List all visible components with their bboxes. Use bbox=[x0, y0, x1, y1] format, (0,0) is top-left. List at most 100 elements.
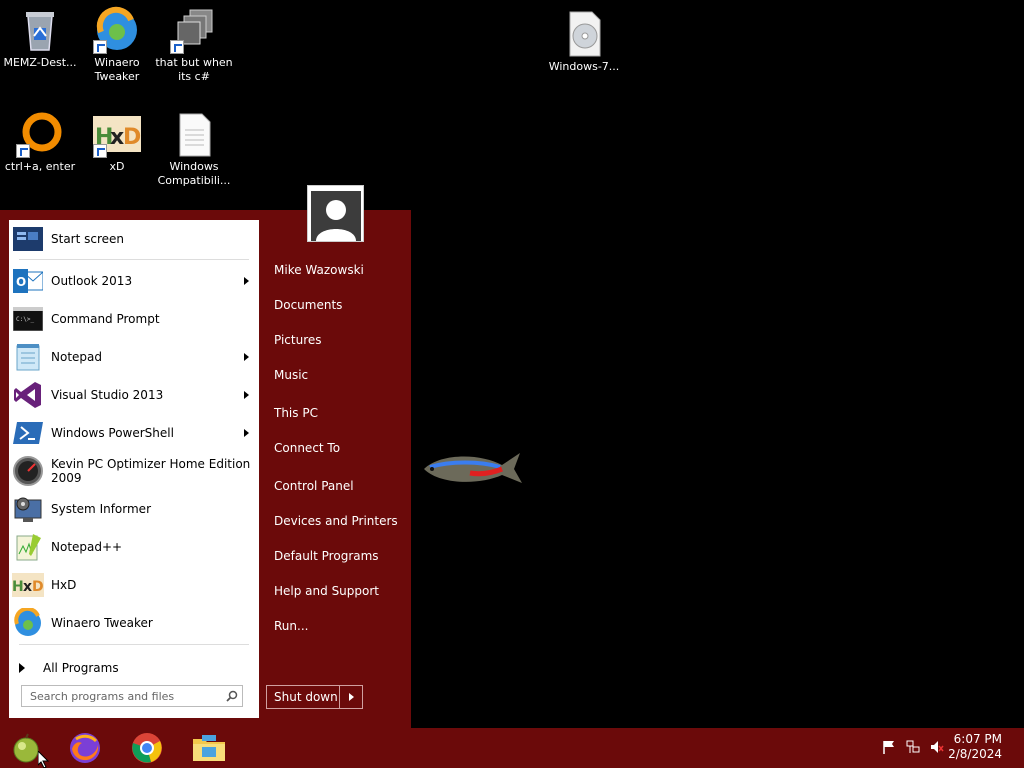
shortcut-arrow-icon bbox=[170, 40, 184, 54]
chevron-right-icon bbox=[348, 693, 354, 701]
desktop-icon-windows-7-iso[interactable]: Windows-7... bbox=[544, 10, 624, 74]
taskbar-chrome[interactable] bbox=[126, 730, 168, 766]
shutdown-options-button[interactable] bbox=[340, 686, 362, 708]
outlook-icon: O bbox=[12, 265, 44, 297]
desktop-icon-label: MEMZ-Dest... bbox=[3, 56, 77, 69]
place-run[interactable]: Run... bbox=[265, 611, 405, 641]
place-help-and-support[interactable]: Help and Support bbox=[265, 576, 405, 606]
clock-date: 2/8/2024 bbox=[948, 747, 1002, 761]
expand-arrow-icon bbox=[19, 663, 25, 673]
submenu-arrow-icon[interactable] bbox=[244, 429, 249, 437]
hxd-icon: H x D bbox=[93, 110, 141, 158]
program-label: Windows PowerShell bbox=[51, 426, 174, 440]
search-input[interactable] bbox=[30, 689, 222, 703]
start-screen-icon bbox=[12, 223, 44, 255]
desktop-icon-label: ctrl+a, enter bbox=[4, 160, 76, 173]
place-default-programs[interactable]: Default Programs bbox=[265, 541, 405, 571]
file-explorer-icon bbox=[193, 735, 225, 761]
place-connect-to[interactable]: Connect To bbox=[265, 433, 405, 463]
desktop-icon-ctrl-a-enter[interactable]: ctrl+a, enter bbox=[0, 110, 80, 174]
volume-muted-icon[interactable] bbox=[930, 740, 944, 754]
action-center-flag-icon[interactable] bbox=[882, 740, 896, 754]
place-pictures[interactable]: Pictures bbox=[265, 325, 405, 355]
place-documents[interactable]: Documents bbox=[265, 290, 405, 320]
place-label: This PC bbox=[274, 406, 318, 420]
place-control-panel[interactable]: Control Panel bbox=[265, 471, 405, 501]
gauge-icon bbox=[12, 455, 44, 487]
program-label: Winaero Tweaker bbox=[51, 616, 153, 630]
shutdown-control: Shut down bbox=[266, 685, 363, 709]
shortcut-arrow-icon bbox=[93, 40, 107, 54]
search-icon[interactable] bbox=[222, 690, 242, 702]
program-notepad[interactable]: Notepad bbox=[9, 338, 259, 376]
submenu-arrow-icon[interactable] bbox=[244, 277, 249, 285]
program-system-informer[interactable]: System Informer bbox=[9, 490, 259, 528]
place-label: Pictures bbox=[274, 333, 322, 347]
program-label: Command Prompt bbox=[51, 312, 160, 326]
separator bbox=[19, 259, 249, 260]
notepad-icon bbox=[12, 341, 44, 373]
place-devices-and-printers[interactable]: Devices and Printers bbox=[265, 506, 405, 536]
desktop-icon-xd[interactable]: H x D xD bbox=[77, 110, 157, 174]
cmd-icon: C:\>_ bbox=[12, 303, 44, 335]
user-silhouette-icon bbox=[310, 191, 361, 241]
program-label: Start screen bbox=[51, 232, 125, 246]
chrome-icon bbox=[132, 733, 162, 763]
desktop-icon-that-but-when[interactable]: that but when its c# bbox=[154, 6, 234, 84]
system-tray bbox=[882, 740, 944, 754]
program-notepad-plus-plus[interactable]: Notepad++ bbox=[9, 528, 259, 566]
submenu-arrow-icon[interactable] bbox=[244, 353, 249, 361]
place-label: Run... bbox=[274, 619, 309, 633]
separator bbox=[19, 644, 249, 645]
desktop-icon-label: Windows-7... bbox=[548, 60, 620, 73]
hxd-icon: HxD bbox=[12, 569, 44, 601]
desktop-icon-winaero[interactable]: Winaero Tweaker bbox=[77, 6, 157, 84]
orange-ring-icon bbox=[16, 110, 64, 158]
program-kevin-pc-optimizer[interactable]: Kevin PC Optimizer Home Edition 2009 bbox=[9, 452, 259, 490]
program-winaero-tweaker[interactable]: Winaero Tweaker bbox=[9, 604, 259, 642]
program-hxd[interactable]: HxD HxD bbox=[9, 566, 259, 604]
program-label: Outlook 2013 bbox=[51, 274, 133, 288]
shortcut-arrow-icon bbox=[16, 144, 30, 158]
place-this-pc[interactable]: This PC bbox=[265, 398, 405, 428]
desktop-icon-label: Windows Compatibili... bbox=[157, 160, 231, 187]
search-box[interactable] bbox=[21, 685, 243, 707]
svg-text:C:\>_: C:\>_ bbox=[16, 316, 34, 323]
program-start-screen[interactable]: Start screen bbox=[9, 220, 259, 258]
taskbar-file-explorer[interactable] bbox=[188, 730, 230, 766]
svg-text:H: H bbox=[12, 579, 24, 595]
shutdown-button[interactable]: Shut down bbox=[267, 686, 340, 708]
user-avatar[interactable] bbox=[307, 185, 364, 242]
desktop-icon-windows-compat[interactable]: Windows Compatibili... bbox=[154, 110, 234, 188]
firefox-icon bbox=[70, 733, 100, 763]
clock[interactable]: 6:07 PM 2/8/2024 bbox=[948, 732, 1002, 762]
program-windows-powershell[interactable]: Windows PowerShell bbox=[9, 414, 259, 452]
programs-panel: Start screen O Outlook 2013 C:\>_ Comman… bbox=[9, 220, 259, 718]
program-label: HxD bbox=[51, 578, 77, 592]
winaero-icon bbox=[12, 607, 44, 639]
program-command-prompt[interactable]: C:\>_ Command Prompt bbox=[9, 300, 259, 338]
taskbar: 6:07 PM 2/8/2024 bbox=[0, 728, 1024, 768]
clock-time: 6:07 PM bbox=[953, 732, 1002, 746]
winaero-icon bbox=[93, 6, 141, 54]
system-informer-icon bbox=[12, 493, 44, 525]
desktop-icon-recycle-bin[interactable]: MEMZ-Dest... bbox=[0, 6, 80, 70]
place-music[interactable]: Music bbox=[265, 360, 405, 390]
submenu-arrow-icon[interactable] bbox=[244, 391, 249, 399]
program-label: Notepad++ bbox=[51, 540, 123, 554]
network-icon[interactable] bbox=[906, 740, 920, 754]
document-icon bbox=[170, 110, 218, 158]
svg-text:O: O bbox=[16, 275, 26, 289]
user-name-link[interactable]: Mike Wazowski bbox=[265, 255, 405, 285]
all-programs-button[interactable]: All Programs bbox=[9, 652, 259, 684]
program-visual-studio-2013[interactable]: Visual Studio 2013 bbox=[9, 376, 259, 414]
svg-text:D: D bbox=[123, 125, 141, 150]
mouse-cursor-icon bbox=[38, 751, 50, 768]
program-outlook-2013[interactable]: O Outlook 2013 bbox=[9, 262, 259, 300]
all-programs-label: All Programs bbox=[43, 661, 119, 675]
windows-stack-icon bbox=[170, 6, 218, 54]
taskbar-firefox[interactable] bbox=[64, 730, 106, 766]
place-label: Devices and Printers bbox=[274, 514, 398, 528]
visual-studio-icon bbox=[12, 379, 44, 411]
neon-tetra-fish-icon bbox=[424, 453, 522, 483]
